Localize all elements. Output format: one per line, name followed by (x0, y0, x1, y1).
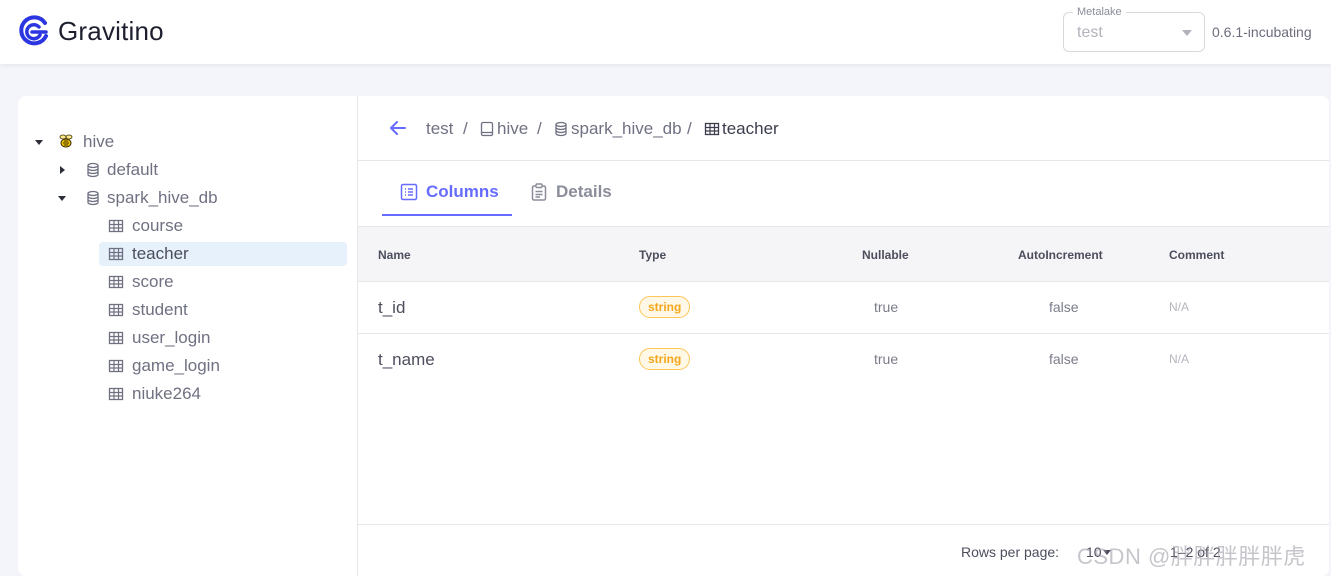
tree-node-label: course (132, 216, 184, 235)
table-icon (108, 275, 124, 289)
tree-node-table[interactable]: course (108, 214, 183, 238)
cell-autoincrement: false (1049, 351, 1079, 367)
database-icon (555, 121, 567, 137)
tree-node-label: student (132, 300, 188, 319)
table-icon (108, 387, 124, 401)
book-icon (480, 121, 494, 137)
tree-node-label: game_login (132, 356, 220, 375)
app-logo[interactable]: Gravitino (16, 14, 164, 48)
column-header-type[interactable]: Type (639, 248, 666, 262)
cell-comment: N/A (1169, 300, 1190, 314)
caret-right-icon[interactable] (60, 166, 65, 174)
tree-node-table[interactable]: teacher (108, 242, 189, 266)
type-badge: string (639, 348, 691, 370)
table-header: Name Type Nullable AutoIncrement Comment (358, 226, 1329, 282)
cell-nullable: true (874, 299, 899, 315)
table-icon (108, 359, 124, 373)
top-header: Gravitino Metalake test 0.6.1-incubating (0, 0, 1331, 64)
tree-node-table[interactable]: score (108, 270, 174, 294)
cell-name: t_name (378, 350, 435, 369)
catalog-tree: hive default spark_hive_db course teacher… (18, 96, 358, 576)
tree-node-label: default (107, 160, 159, 179)
tab-details[interactable]: Details (530, 182, 612, 202)
tree-node-label: niuke264 (132, 384, 202, 403)
main-card: hive default spark_hive_db course teacher… (18, 96, 1329, 576)
tree-node-label: spark_hive_db (107, 188, 218, 207)
watermark-text: CSDN @胖胖胖胖胖虎 (1077, 544, 1306, 569)
table-icon (704, 122, 720, 136)
breadcrumb: test / hive / spark_hive_db / teacher (358, 96, 1329, 161)
cell-nullable: true (874, 351, 899, 367)
column-header-name[interactable]: Name (378, 248, 411, 262)
metalake-label: Metalake (1073, 6, 1126, 18)
breadcrumb-item-label: spark_hive_db (571, 119, 682, 138)
breadcrumb-item-metalake[interactable]: test (426, 119, 453, 139)
back-arrow-icon[interactable] (388, 118, 408, 138)
breadcrumb-separator: / (537, 119, 542, 138)
tab-label: Columns (426, 182, 499, 201)
database-icon (87, 190, 99, 206)
cell-autoincrement: false (1049, 299, 1079, 315)
cell-comment: N/A (1169, 352, 1190, 366)
table-icon (108, 303, 124, 317)
table-icon (108, 219, 124, 233)
column-header-nullable[interactable]: Nullable (862, 248, 909, 262)
clipboard-icon (531, 183, 547, 201)
type-badge: string (639, 296, 691, 318)
hive-bee-icon (59, 134, 73, 148)
breadcrumb-item-schema[interactable]: spark_hive_db (553, 119, 682, 139)
tab-columns[interactable]: Columns (400, 182, 499, 202)
table-icon (108, 331, 124, 345)
content-panel: test / hive / spark_hive_db / teacher Co… (358, 96, 1329, 576)
tab-label: Details (556, 182, 612, 201)
list-icon (400, 183, 418, 201)
app-name: Gravitino (58, 15, 164, 46)
table-row[interactable]: t_name string true false N/A (358, 334, 1329, 386)
column-header-autoincrement[interactable]: AutoIncrement (1018, 248, 1103, 262)
tree-node-table[interactable]: student (108, 298, 188, 322)
metalake-select[interactable]: Metalake test (1063, 6, 1205, 52)
breadcrumb-item-label: hive (497, 119, 529, 138)
version-text: 0.6.1-incubating (1212, 24, 1312, 40)
caret-down-icon[interactable] (58, 196, 66, 201)
breadcrumb-item-table: teacher (704, 119, 779, 139)
tree-node-label: teacher (132, 244, 189, 263)
tree-node-label: user_login (132, 328, 211, 347)
database-icon (87, 162, 99, 178)
tree-node-table[interactable]: user_login (108, 326, 210, 350)
table-row[interactable]: t_id string true false N/A (358, 282, 1329, 334)
tree-node-label: score (132, 272, 174, 291)
caret-down-icon[interactable] (35, 140, 43, 145)
cell-name: t_id (378, 298, 406, 317)
chevron-down-icon (1182, 30, 1192, 36)
tree-node-table[interactable]: game_login (108, 354, 220, 378)
tree-node-table[interactable]: niuke264 (108, 382, 201, 406)
detail-tabs: Columns Details (358, 161, 1329, 226)
active-tab-indicator (382, 214, 512, 216)
table-icon (108, 247, 124, 261)
column-header-comment[interactable]: Comment (1169, 248, 1224, 262)
metalake-value: test (1077, 24, 1103, 41)
gravitino-logo-icon (19, 15, 48, 46)
rows-per-page-label: Rows per page: (961, 544, 1060, 560)
breadcrumb-separator: / (687, 119, 692, 138)
breadcrumb-item-catalog[interactable]: hive (479, 119, 528, 139)
tree-node-label: hive (83, 132, 115, 151)
breadcrumb-item-label: teacher (722, 119, 779, 138)
breadcrumb-separator: / (463, 119, 468, 138)
